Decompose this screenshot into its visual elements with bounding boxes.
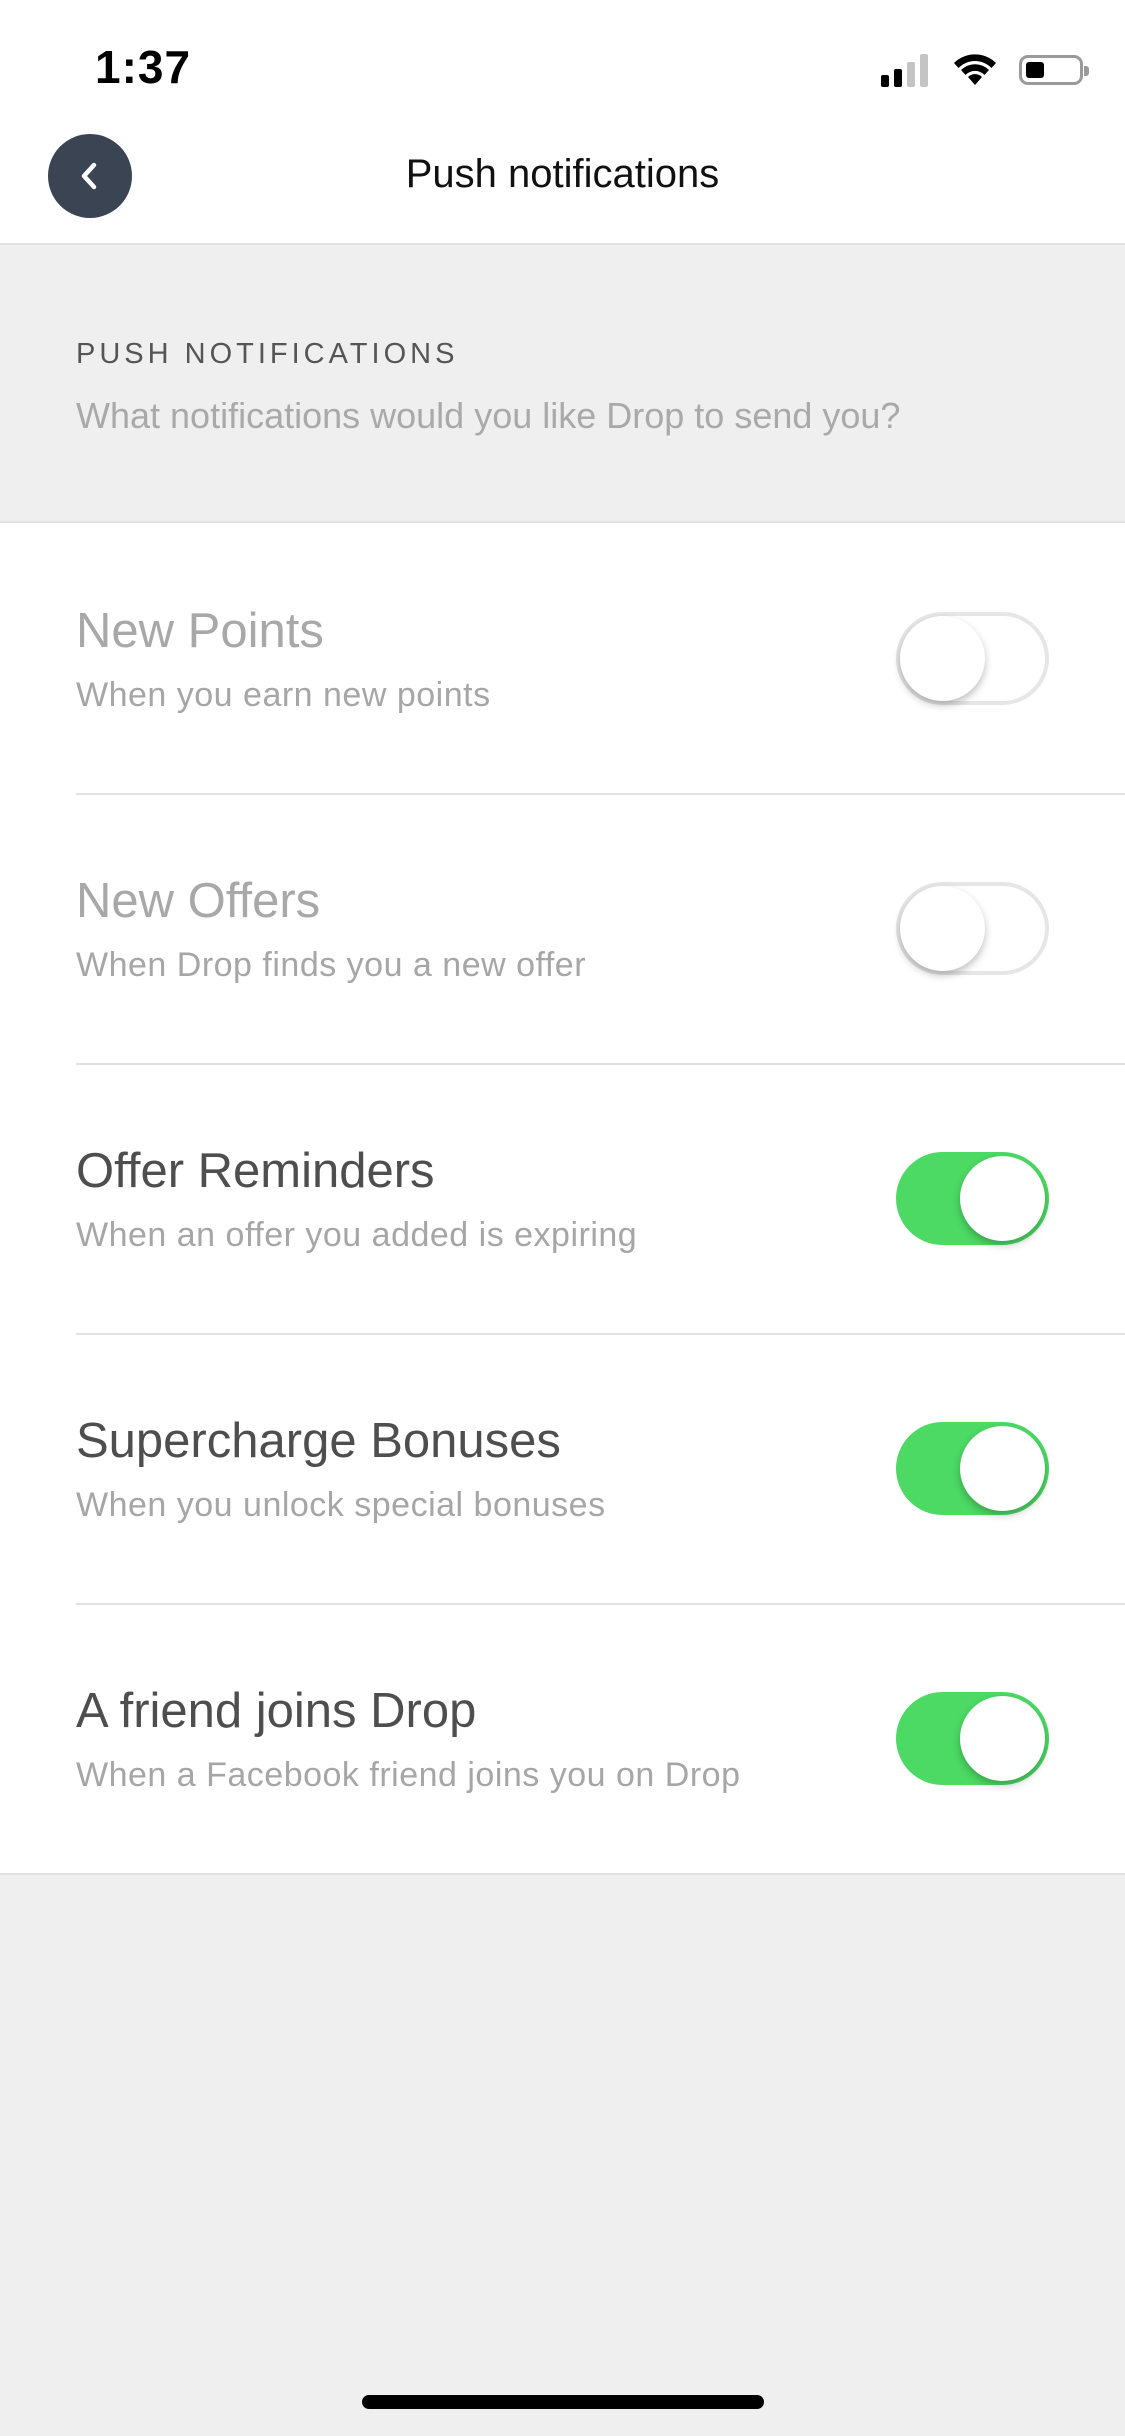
setting-title: New Points <box>76 604 324 658</box>
setting-subtitle: When you earn new points <box>76 676 491 714</box>
toggle-knob <box>900 886 985 971</box>
nav-bar: Push notifications <box>0 132 1125 245</box>
wifi-icon <box>954 54 996 85</box>
setting-title: New Offers <box>76 874 321 928</box>
home-indicator[interactable] <box>362 2395 764 2409</box>
battery-icon <box>1019 55 1089 85</box>
status-time: 1:37 <box>95 41 192 93</box>
setting-row-supercharge-bonuses: Supercharge Bonuses When you unlock spec… <box>0 1333 1125 1603</box>
setting-row-friend-joins: A friend joins Drop When a Facebook frie… <box>0 1603 1125 1873</box>
offer-reminders-toggle[interactable] <box>896 1152 1049 1245</box>
toggle-knob <box>960 1696 1045 1781</box>
section-title: PUSH NOTIFICATIONS <box>76 338 459 370</box>
section-description: What notifications would you like Drop t… <box>76 395 901 436</box>
setting-row-offer-reminders: Offer Reminders When an offer you added … <box>0 1063 1125 1333</box>
status-bar: 1:37 <box>0 0 1125 132</box>
setting-subtitle: When a Facebook friend joins you on Drop <box>76 1756 741 1794</box>
page-title: Push notifications <box>405 152 720 196</box>
status-icons <box>881 50 1089 90</box>
new-points-toggle[interactable] <box>896 612 1049 705</box>
toggle-knob <box>960 1156 1045 1241</box>
setting-subtitle: When an offer you added is expiring <box>76 1216 638 1254</box>
toggle-knob <box>900 616 985 701</box>
section-header: PUSH NOTIFICATIONS What notifications wo… <box>0 245 1125 523</box>
setting-title: Supercharge Bonuses <box>76 1414 561 1468</box>
new-offers-toggle[interactable] <box>896 882 1049 975</box>
setting-row-new-points: New Points When you earn new points <box>0 523 1125 793</box>
setting-subtitle: When Drop finds you a new offer <box>76 946 587 984</box>
settings-list: New Points When you earn new points New … <box>0 523 1125 1875</box>
signal-icon <box>881 53 933 87</box>
supercharge-bonuses-toggle[interactable] <box>896 1422 1049 1515</box>
setting-title: Offer Reminders <box>76 1144 435 1198</box>
setting-title: A friend joins Drop <box>76 1684 477 1738</box>
setting-subtitle: When you unlock special bonuses <box>76 1486 606 1524</box>
friend-joins-toggle[interactable] <box>896 1692 1049 1785</box>
toggle-knob <box>960 1426 1045 1511</box>
setting-row-new-offers: New Offers When Drop finds you a new off… <box>0 793 1125 1063</box>
